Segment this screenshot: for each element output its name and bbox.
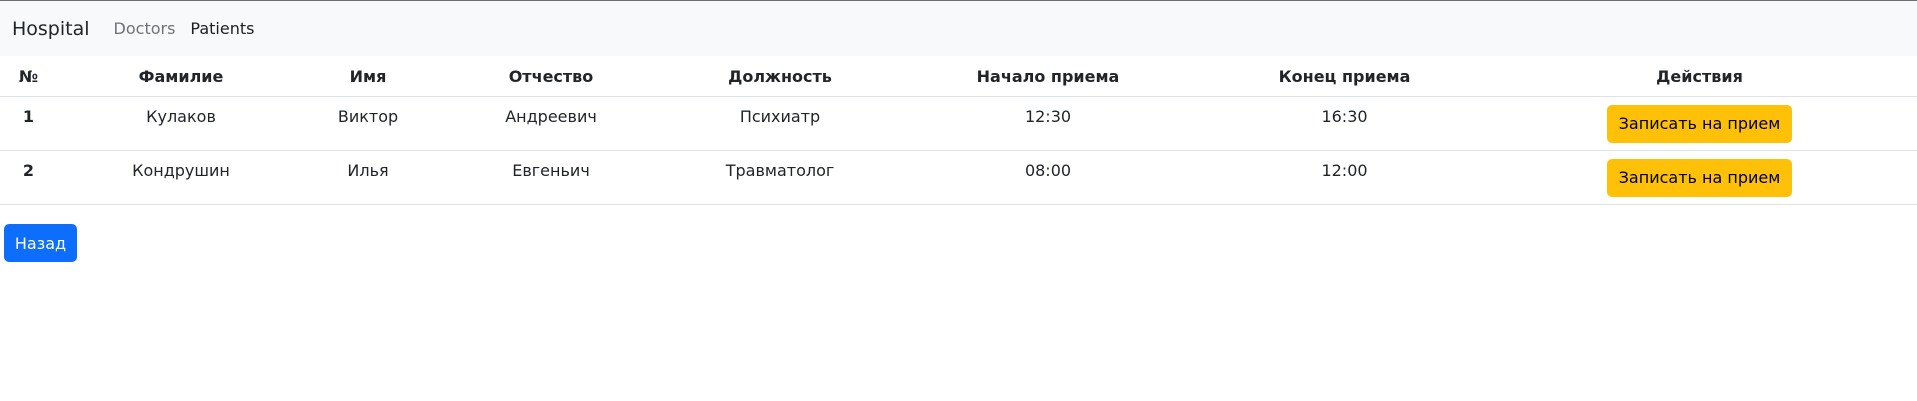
back-button[interactable]: Назад — [4, 224, 77, 262]
cell-last-name: Кулаков — [57, 96, 305, 151]
header-end-time: Конец приема — [1207, 56, 1482, 97]
cell-patronymic: Андреевич — [431, 96, 671, 151]
navbar: Hospital Doctors Patients — [0, 0, 1917, 56]
cell-first-name: Виктор — [305, 96, 431, 151]
cell-start-time: 12:30 — [889, 96, 1207, 151]
cell-number: 1 — [0, 96, 57, 151]
header-last-name: Фамилие — [57, 56, 305, 97]
cell-position: Травматолог — [671, 150, 889, 205]
header-first-name: Имя — [305, 56, 431, 97]
book-appointment-button[interactable]: Записать на прием — [1606, 159, 1793, 197]
cell-actions: Записать на прием — [1482, 150, 1917, 205]
table-header-row: № Фамилие Имя Отчество Должность Начало … — [0, 56, 1917, 97]
table-row: 2 Кондрушин Илья Евгеньич Травматолог 08… — [0, 150, 1917, 205]
cell-position: Психиатр — [671, 96, 889, 151]
header-start-time: Начало приема — [889, 56, 1207, 97]
nav-link-patients[interactable]: Patients — [190, 19, 254, 38]
cell-last-name: Кондрушин — [57, 150, 305, 205]
cell-end-time: 12:00 — [1207, 150, 1482, 205]
header-number: № — [0, 56, 57, 97]
navbar-brand[interactable]: Hospital — [12, 18, 90, 40]
cell-end-time: 16:30 — [1207, 96, 1482, 151]
doctors-table: № Фамилие Имя Отчество Должность Начало … — [0, 56, 1917, 205]
nav-link-doctors[interactable]: Doctors — [114, 19, 176, 38]
header-patronymic: Отчество — [431, 56, 671, 97]
cell-first-name: Илья — [305, 150, 431, 205]
cell-actions: Записать на прием — [1482, 96, 1917, 151]
header-position: Должность — [671, 56, 889, 97]
table-row: 1 Кулаков Виктор Андреевич Психиатр 12:3… — [0, 96, 1917, 151]
cell-patronymic: Евгеньич — [431, 150, 671, 205]
header-actions: Действия — [1482, 56, 1917, 97]
cell-start-time: 08:00 — [889, 150, 1207, 205]
book-appointment-button[interactable]: Записать на прием — [1606, 105, 1793, 143]
cell-number: 2 — [0, 150, 57, 205]
